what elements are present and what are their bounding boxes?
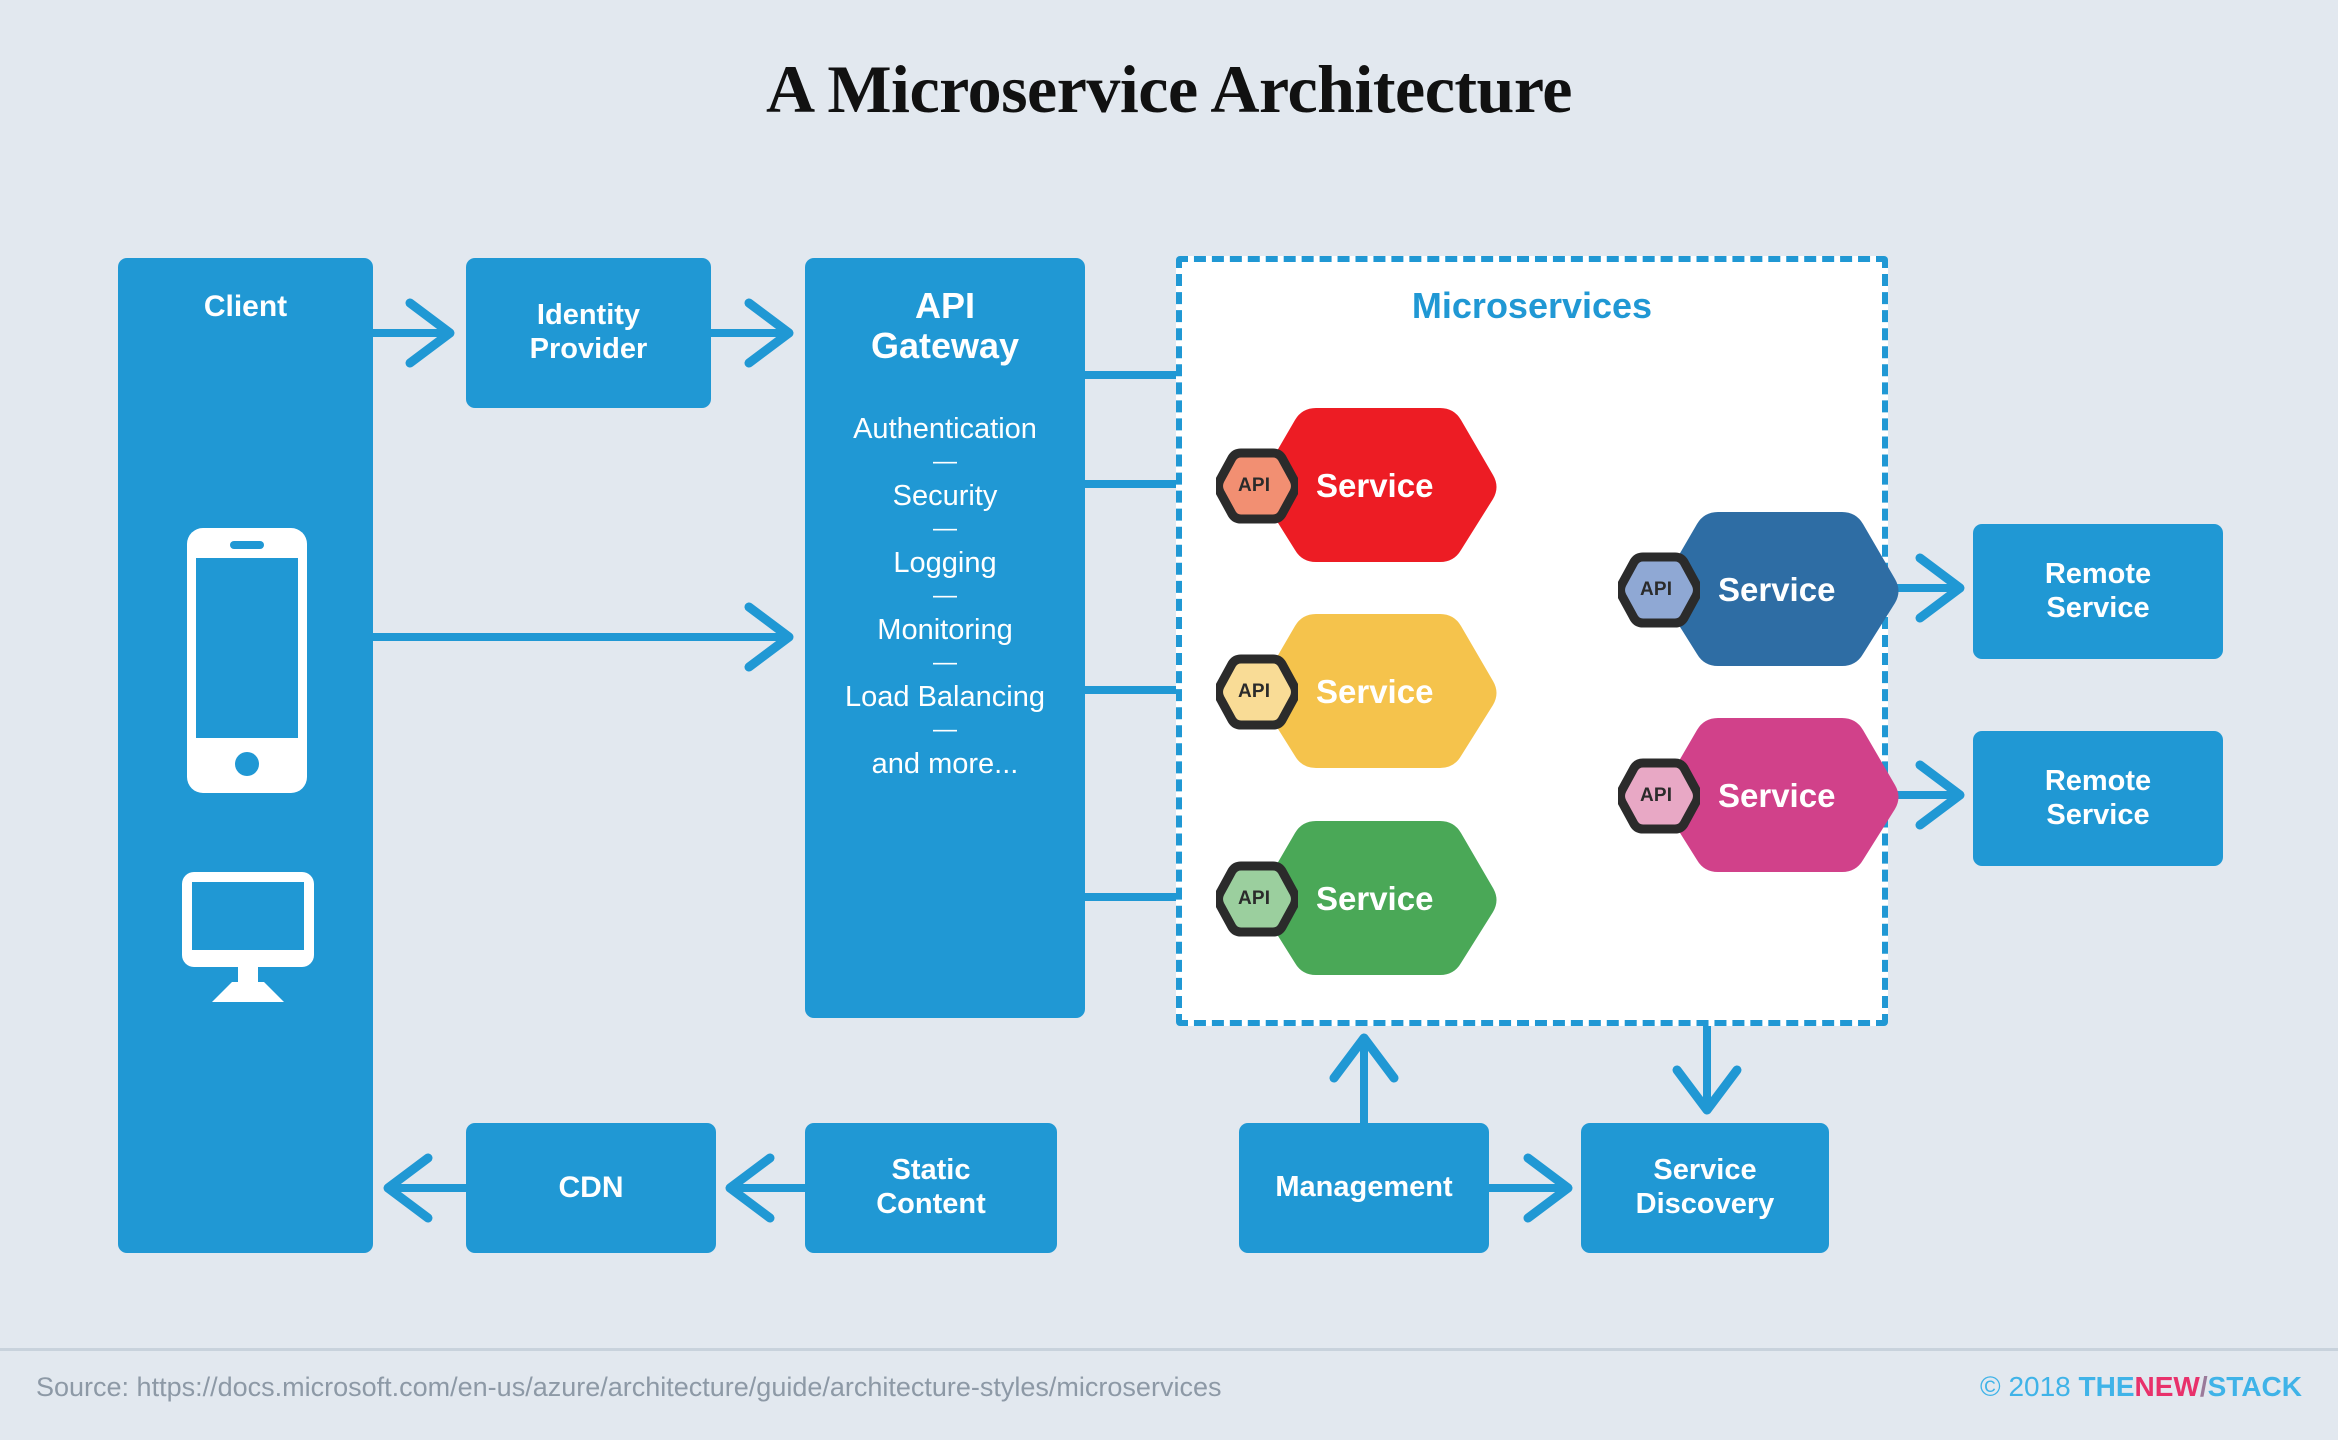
identity-provider-line1: Identity — [536, 299, 641, 332]
service-label: Service — [1718, 571, 1836, 608]
api-gateway-title-line1: API — [914, 285, 975, 326]
api-badge-label: API — [1640, 785, 1673, 806]
client-label: Client — [203, 290, 288, 323]
service-label: Service — [1316, 673, 1434, 710]
brand-new: NEW — [2134, 1371, 2200, 1402]
gateway-separator: — — [933, 649, 957, 677]
cdn-box[interactable]: CDN — [466, 1123, 716, 1253]
service-discovery-box[interactable]: Service Discovery — [1581, 1123, 1829, 1253]
service-label: Service — [1718, 777, 1836, 814]
api-badge-label: API — [1238, 475, 1271, 496]
static-content-line1: Static — [891, 1154, 971, 1187]
static-content-box[interactable]: Static Content — [805, 1123, 1057, 1253]
api-gateway-title-line2: Gateway — [870, 324, 1020, 366]
gateway-feature: Logging — [893, 547, 997, 580]
gateway-feature: Authentication — [853, 413, 1037, 446]
service-discovery-line2: Discovery — [1635, 1188, 1775, 1220]
service-yellow[interactable]: API Service — [1216, 610, 1498, 772]
gateway-feature: Security — [892, 480, 998, 513]
remote-service-line1: Remote — [2044, 557, 2152, 590]
brand-logo: © 2018 THENEW/STACK — [1980, 1371, 2302, 1403]
service-red[interactable]: API Service — [1216, 404, 1498, 566]
service-discovery-line1: Service — [1653, 1154, 1757, 1187]
api-badge-label: API — [1238, 681, 1271, 702]
gateway-separator: — — [933, 716, 957, 744]
gateway-separator: — — [933, 515, 957, 543]
gateway-feature: Monitoring — [877, 614, 1013, 647]
monitor-icon — [182, 872, 314, 1002]
page-title: A Microservice Architecture — [766, 51, 1572, 127]
brand-stack: STACK — [2207, 1371, 2302, 1402]
remote-service-line1: Remote — [2044, 764, 2152, 797]
remote-service-line2: Service — [2046, 591, 2150, 624]
gateway-feature: and more... — [871, 748, 1019, 781]
footer-divider — [0, 1348, 2338, 1351]
service-pink[interactable]: API Service — [1618, 714, 1900, 876]
service-label: Service — [1316, 880, 1434, 917]
identity-provider-line2: Provider — [529, 333, 648, 365]
remote-service-box-2[interactable]: Remote Service — [1973, 731, 2223, 866]
api-gateway-feature-list: Authentication — Security — Logging — Mo… — [805, 411, 1085, 783]
copyright-text: © 2018 — [1980, 1371, 2071, 1402]
api-badge-label: API — [1238, 888, 1271, 909]
source-attribution: Source: https://docs.microsoft.com/en-us… — [36, 1372, 1222, 1402]
brand-the: THE — [2078, 1371, 2135, 1402]
static-content-line2: Content — [876, 1188, 986, 1220]
management-box[interactable]: Management — [1239, 1123, 1489, 1253]
cdn-label: CDN — [558, 1170, 624, 1204]
gateway-feature: Load Balancing — [845, 681, 1045, 714]
phone-icon — [187, 528, 307, 793]
remote-service-line2: Service — [2046, 798, 2150, 831]
gateway-separator: — — [933, 582, 957, 610]
api-gateway-title: API Gateway — [805, 286, 1085, 365]
brand-slash: / — [2199, 1371, 2208, 1402]
gateway-separator: — — [933, 448, 957, 476]
api-gateway-box[interactable]: API Gateway Authentication — Security — … — [805, 258, 1085, 1018]
microservices-title: Microservices — [1411, 285, 1653, 326]
service-label: Service — [1316, 467, 1434, 504]
remote-service-box-1[interactable]: Remote Service — [1973, 524, 2223, 659]
api-badge-label: API — [1640, 579, 1673, 600]
service-green[interactable]: API Service — [1216, 817, 1498, 979]
service-blue[interactable]: API Service — [1618, 508, 1900, 670]
identity-provider-box[interactable]: Identity Provider — [466, 258, 711, 408]
management-label: Management — [1275, 1171, 1453, 1204]
